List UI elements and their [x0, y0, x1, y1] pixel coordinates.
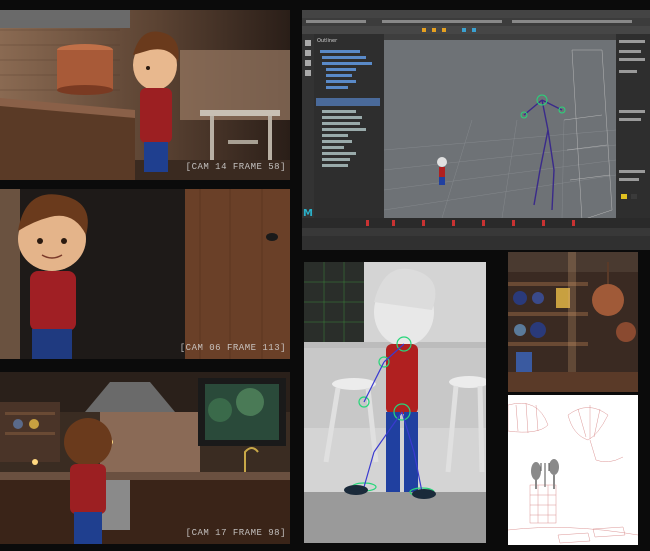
render-shelves — [508, 252, 638, 392]
maya-interface-screenshot: Outliner M — [302, 10, 650, 250]
maya-interface-image: Outliner M — [302, 10, 650, 250]
render-cam17: [CAM 17 FRAME 98] — [0, 372, 290, 544]
wireframe-utensils-image — [508, 395, 638, 545]
rig-viewport — [304, 262, 486, 543]
cam06-label: [CAM 06 FRAME 113] — [179, 343, 286, 353]
maya-logo: M — [303, 208, 313, 219]
outliner-title: Outliner — [317, 38, 338, 44]
render-shelves-image — [508, 252, 638, 392]
cam17-label: [CAM 17 FRAME 98] — [185, 528, 286, 538]
render-cam17-image — [0, 372, 290, 544]
render-cam14: [CAM 14 FRAME 58] — [0, 10, 290, 180]
render-cam06: [CAM 06 FRAME 113] — [0, 189, 290, 359]
render-cam06-image — [0, 189, 290, 359]
cam14-label: [CAM 14 FRAME 58] — [185, 162, 286, 172]
render-cam14-image — [0, 10, 290, 180]
wireframe-utensils — [508, 395, 638, 545]
rig-viewport-image — [304, 262, 486, 543]
